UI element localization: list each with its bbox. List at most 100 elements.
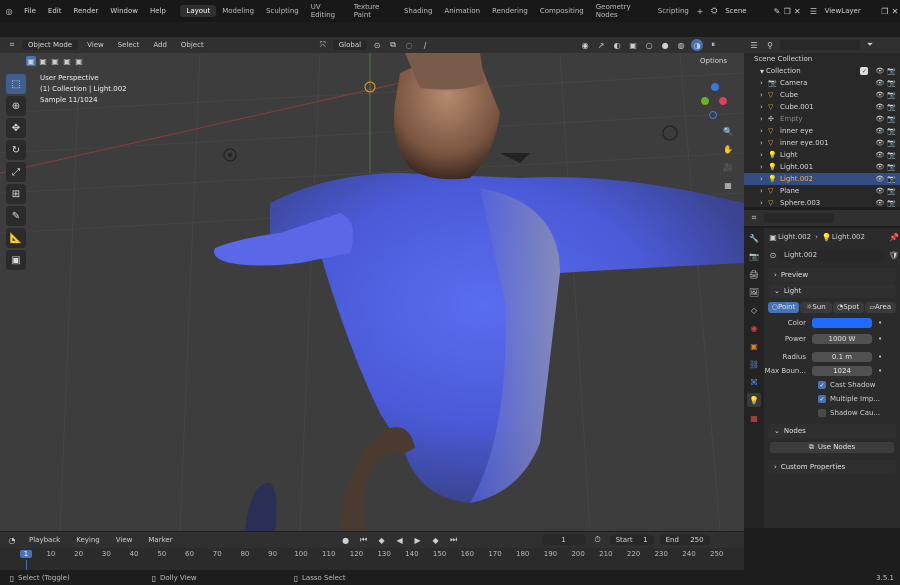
menu-window[interactable]: Window <box>104 7 144 15</box>
expand-chevron-icon[interactable]: › <box>760 139 768 147</box>
power-keyframe-icon[interactable]: • <box>878 335 882 343</box>
scene-icon[interactable]: ⛭ <box>709 5 719 17</box>
light-data-tab-icon[interactable]: 💡 <box>747 393 761 407</box>
outliner-item[interactable]: › ✣ Empty 👁 📷 <box>744 113 900 125</box>
multiple-importance-checkbox[interactable]: ✓ <box>818 395 826 403</box>
rotate-tool-icon[interactable]: ↻ <box>6 140 26 160</box>
expand-chevron-icon[interactable]: › <box>760 103 768 111</box>
eye-icon[interactable]: 👁 <box>875 91 884 99</box>
color-swatch[interactable] <box>812 318 872 328</box>
play-icon[interactable]: ▶ <box>412 534 424 546</box>
navigation-gizmo[interactable] <box>695 83 735 123</box>
gizmo-y-icon[interactable] <box>701 97 709 105</box>
expand-chevron-icon[interactable]: › <box>760 127 768 135</box>
eye-icon[interactable]: 👁 <box>875 127 884 135</box>
workspace-tab-scripting[interactable]: Scripting <box>652 5 695 17</box>
datablock-browse-icon[interactable]: ⊙ <box>768 249 778 261</box>
play-reverse-icon[interactable]: ◀ <box>394 534 406 546</box>
camera-view-icon[interactable]: 🎥 <box>722 161 734 173</box>
eye-icon[interactable]: 👁 <box>875 115 884 123</box>
max-bounces-keyframe-icon[interactable]: • <box>878 367 882 375</box>
workspace-tab-texture-paint[interactable]: Texture Paint <box>348 1 398 21</box>
timeline-menu-keying[interactable]: Keying <box>71 535 105 545</box>
jump-end-icon[interactable]: ⏭ <box>448 534 460 546</box>
camera-render-icon[interactable]: 📷 <box>887 103 896 111</box>
view-layer-icon[interactable]: ☰ <box>808 5 818 17</box>
select-box-tool-icon[interactable]: ⬚ <box>6 74 26 94</box>
outliner-search-input[interactable] <box>780 40 860 50</box>
annotate-tool-icon[interactable]: ✎ <box>6 206 26 226</box>
cast-shadow-checkbox[interactable]: ✓ <box>818 381 826 389</box>
timeline-ruler[interactable]: 1 10 20 30 40 50 60 70 80 90 100 110 120 130 140 150 160… <box>0 548 744 570</box>
eye-icon[interactable]: 👁 <box>875 79 884 87</box>
grid-ortho-icon[interactable]: ▦ <box>722 179 734 191</box>
add-cube-tool-icon[interactable]: ▣ <box>6 250 26 270</box>
expand-chevron-icon[interactable]: › <box>760 91 768 99</box>
editor-type-icon[interactable]: ⌗ <box>6 39 18 51</box>
view-layer-tab-icon[interactable]: 🖼 <box>747 285 761 299</box>
viewport-menu-add[interactable]: Add <box>148 40 172 50</box>
rendered-shading-icon[interactable]: ◑ <box>691 39 704 51</box>
light-type-area-button[interactable]: ▱ Area <box>864 301 896 313</box>
light-type-spot-button[interactable]: ◔ Spot <box>832 301 864 313</box>
transform-tool-icon[interactable]: ⊞ <box>6 184 26 204</box>
gizmo-z-icon[interactable] <box>711 83 719 91</box>
zoom-icon[interactable]: 🔍 <box>722 125 734 137</box>
orientation-dropdown[interactable]: Global <box>332 40 368 50</box>
eye-icon[interactable]: 👁 <box>875 175 884 183</box>
radius-field[interactable]: 0.1 m <box>812 352 872 362</box>
expand-chevron-icon[interactable]: › <box>760 187 768 195</box>
scene-name[interactable]: Scene <box>719 7 772 15</box>
outliner-display-mode-icon[interactable]: ⚲ <box>764 39 776 51</box>
eye-icon[interactable]: 👁 <box>875 151 884 159</box>
eye-icon[interactable]: 👁 <box>875 187 884 195</box>
blender-logo-icon[interactable]: ◎ <box>4 5 14 17</box>
select-extend-icon[interactable]: ▣ <box>38 56 48 66</box>
use-nodes-button[interactable]: ⧉ Use Nodes <box>770 441 894 453</box>
camera-render-icon[interactable]: 📷 <box>887 139 896 147</box>
camera-render-icon[interactable]: 📷 <box>887 127 896 135</box>
select-intersect-icon[interactable]: ▣ <box>74 56 84 66</box>
delete-scene-icon[interactable]: ✕ <box>792 5 802 17</box>
pivot-icon[interactable]: ⊙ <box>371 39 383 51</box>
light-type-point-button[interactable]: ○ Point <box>768 301 800 313</box>
scene-collection-row[interactable]: Scene Collection <box>744 53 900 65</box>
viewport-options-button[interactable]: Options <box>700 57 727 65</box>
collection-exclude-checkbox[interactable]: ✓ <box>860 67 869 75</box>
copy-layer-icon[interactable]: ❐ <box>880 5 890 17</box>
eye-icon[interactable]: 👁 <box>875 199 884 207</box>
world-tab-icon[interactable]: ◉ <box>747 321 761 335</box>
timeline-menu-view[interactable]: View <box>111 535 138 545</box>
camera-render-icon[interactable]: 📷 <box>887 115 896 123</box>
viewport-menu-select[interactable]: Select <box>113 40 145 50</box>
outliner-filter-icon[interactable]: ⏷ <box>864 39 876 51</box>
wireframe-shading-icon[interactable]: ○ <box>643 39 655 51</box>
workspace-tab-modeling[interactable]: Modeling <box>216 5 260 17</box>
outliner-item[interactable]: › ▽ inner eye.001 👁 📷 <box>744 137 900 149</box>
menu-edit[interactable]: Edit <box>42 7 68 15</box>
data-tab-icon[interactable]: ⌘ <box>747 375 761 389</box>
camera-render-icon[interactable]: 📷 <box>887 163 896 171</box>
preview-panel-header[interactable]: › Preview <box>768 268 896 282</box>
jump-keyframe-back-icon[interactable]: ◆ <box>376 534 388 546</box>
camera-render-icon[interactable]: 📷 <box>887 175 896 183</box>
outliner-item[interactable]: › 💡 Light.002 👁 📷 <box>744 173 900 185</box>
camera-render-icon[interactable]: 📷 <box>887 187 896 195</box>
collection-row[interactable]: ▾ Collection ✓ 👁 📷 <box>744 65 900 77</box>
workspace-tab-layout[interactable]: Layout <box>180 5 217 17</box>
shadow-caustics-checkbox[interactable] <box>818 409 826 417</box>
workspace-tab-geometry-nodes[interactable]: Geometry Nodes <box>590 1 652 21</box>
render-tab-icon[interactable]: 📷 <box>747 249 761 263</box>
copy-scene-icon[interactable]: ❐ <box>782 5 792 17</box>
gizmo-icon[interactable]: ↗ <box>595 39 607 51</box>
select-subtract-icon[interactable]: ▣ <box>50 56 60 66</box>
delete-layer-icon[interactable]: ✕ <box>890 5 900 17</box>
eye-icon[interactable]: 👁 <box>875 139 884 147</box>
cursor-tool-icon[interactable]: ⊕ <box>6 96 26 116</box>
expand-chevron-icon[interactable]: › <box>760 151 768 159</box>
move-tool-icon[interactable]: ✥ <box>6 118 26 138</box>
camera-render-icon[interactable]: 📷 <box>887 199 896 207</box>
object-tab-icon[interactable]: ▣ <box>747 339 761 353</box>
snap-icon[interactable]: ⧉ <box>387 39 399 51</box>
overlay-icon[interactable]: ◐ <box>611 39 623 51</box>
